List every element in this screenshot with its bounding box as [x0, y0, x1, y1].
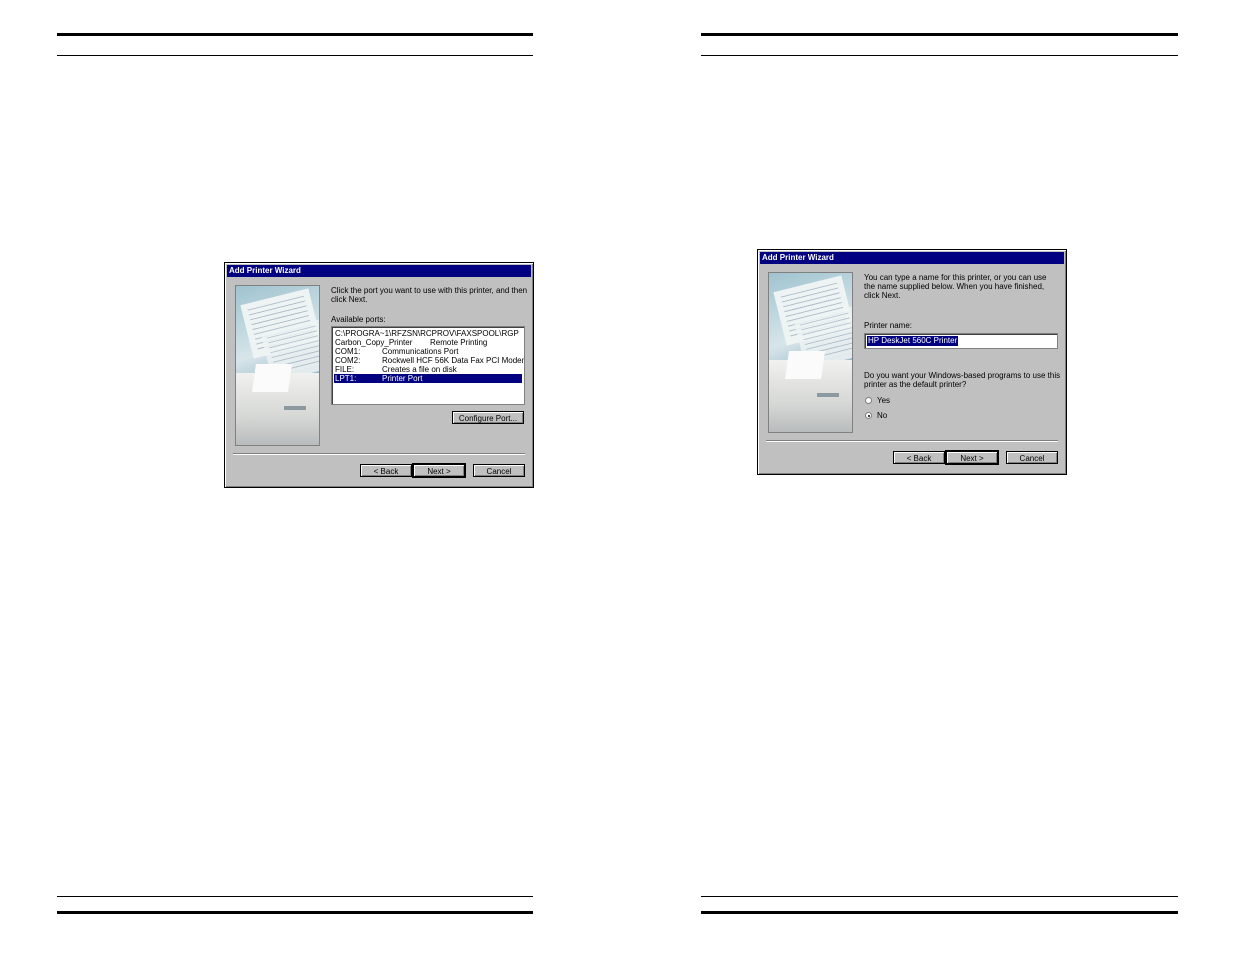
right-bottom-rule-thin [701, 896, 1178, 897]
port-row[interactable]: COM1: Communications Port [334, 347, 522, 356]
port-row[interactable]: Carbon_Copy_Printer Remote Printing [334, 338, 522, 347]
printer-name-value: HP DeskJet 560C Printer [867, 336, 959, 346]
instruction-text-line3: click Next. [864, 291, 901, 300]
wizard-printer-illustration [768, 272, 853, 433]
instruction-text-line1: You can type a name for this printer, or… [864, 273, 1047, 282]
port-row[interactable]: COM2: Rockwell HCF 56K Data Fax PCI Mode… [334, 356, 525, 365]
port-row[interactable]: C:\PROGRA~1\RFZSN\RCPROV\FAXSPOOL\RGP [334, 329, 522, 338]
cancel-button[interactable]: Cancel [473, 464, 525, 477]
left-top-rule-thick [57, 33, 533, 36]
dialog-separator [233, 453, 525, 455]
port-name: COM2: [335, 356, 361, 365]
add-printer-wizard-ports-dialog: Add Printer Wizard Click the port you wa… [224, 262, 534, 488]
port-name: LPT1: [335, 374, 357, 383]
yes-radio-label[interactable]: Yes [877, 396, 890, 405]
instruction-text-line1: Click the port you want to use with this… [331, 286, 528, 295]
right-top-rule-thin [701, 55, 1178, 56]
printer-name-input[interactable]: HP DeskJet 560C Printer [864, 333, 1058, 349]
left-top-rule-thin [57, 55, 533, 56]
instruction-text-line2: click Next. [331, 295, 368, 304]
port-name: COM1: [335, 347, 361, 356]
back-button[interactable]: < Back [360, 464, 412, 477]
left-bottom-rule-thick [57, 911, 533, 914]
printer-name-label: Printer name: [864, 321, 913, 330]
port-name: Carbon_Copy_Printer [335, 338, 413, 347]
port-row-selected[interactable]: LPT1: Printer Port [334, 374, 522, 383]
instruction-text-line2: the name supplied below. When you have f… [864, 282, 1045, 291]
back-button[interactable]: < Back [893, 451, 945, 464]
port-description: Communications Port [382, 347, 459, 356]
configure-port-button[interactable]: Configure Port... [452, 411, 524, 424]
no-radio-button[interactable] [865, 412, 872, 419]
next-button[interactable]: Next > [412, 463, 466, 478]
dialog-separator [766, 440, 1058, 442]
add-printer-wizard-name-dialog: Add Printer Wizard You can type a name f… [757, 249, 1067, 475]
right-bottom-rule-thick [701, 911, 1178, 914]
dialog-titlebar: Add Printer Wizard [227, 265, 531, 277]
no-radio-label[interactable]: No [877, 411, 887, 420]
cancel-button[interactable]: Cancel [1006, 451, 1058, 464]
port-name: FILE: [335, 365, 355, 374]
port-description: Rockwell HCF 56K Data Fax PCI Modem [382, 356, 525, 365]
right-top-rule-thick [701, 33, 1178, 36]
next-button[interactable]: Next > [945, 450, 999, 465]
port-description: Creates a file on disk [382, 365, 457, 374]
yes-radio-button[interactable] [865, 397, 872, 404]
available-ports-list[interactable]: C:\PROGRA~1\RFZSN\RCPROV\FAXSPOOL\RGP Ca… [331, 326, 525, 405]
default-printer-question-line2: printer as the default printer? [864, 380, 967, 389]
port-description: Remote Printing [430, 338, 488, 347]
port-name: C:\PROGRA~1\RFZSN\RCPROV\FAXSPOOL\RGP [335, 329, 519, 338]
left-bottom-rule-thin [57, 896, 533, 897]
wizard-printer-illustration [235, 285, 320, 446]
port-description: Printer Port [382, 374, 423, 383]
dialog-titlebar: Add Printer Wizard [760, 252, 1064, 264]
default-printer-question-line1: Do you want your Windows-based programs … [864, 371, 1061, 380]
available-ports-label: Available ports: [331, 315, 386, 324]
port-row[interactable]: FILE: Creates a file on disk [334, 365, 522, 374]
